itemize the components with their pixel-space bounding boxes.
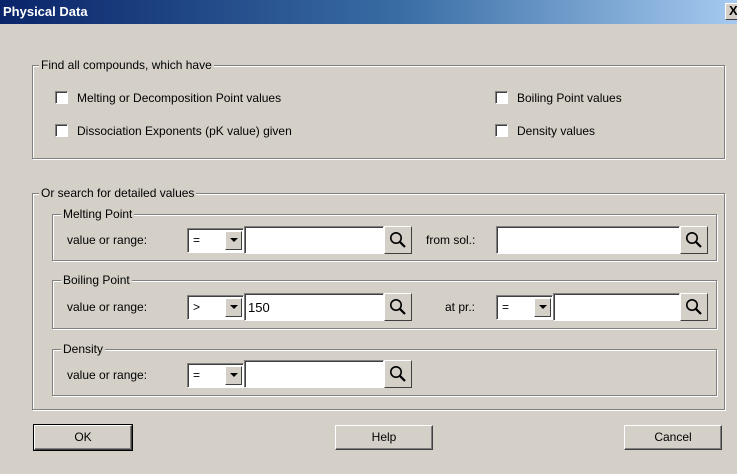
melting-value-input[interactable] bbox=[244, 226, 384, 254]
find-all-group: Find all compounds, which have Melting o… bbox=[32, 58, 725, 159]
from-sol-label: from sol.: bbox=[426, 233, 476, 247]
physical-data-dialog: Physical Data X Find all compounds, whic… bbox=[0, 0, 737, 474]
boiling-point-group: Boiling Point value or range: > at pr.: … bbox=[52, 273, 717, 329]
selected-operator: > bbox=[193, 300, 201, 314]
detailed-values-group: Or search for detailed values Melting Po… bbox=[32, 186, 725, 410]
boiling-point-legend: Boiling Point bbox=[61, 273, 132, 287]
melting-lookup-button[interactable] bbox=[384, 226, 412, 254]
density-value-label: value or range: bbox=[67, 368, 148, 382]
checkbox-box[interactable] bbox=[55, 124, 68, 137]
pressure-lookup-button[interactable] bbox=[680, 293, 708, 321]
magnifier-icon bbox=[390, 366, 406, 382]
density-group: Density value or range: = bbox=[52, 342, 717, 396]
melting-value-label: value or range: bbox=[67, 233, 148, 247]
boiling-value-label: value or range: bbox=[67, 300, 148, 314]
melting-operator-select[interactable]: = bbox=[187, 228, 244, 253]
chevron-down-icon[interactable] bbox=[225, 231, 242, 250]
boiling-operator-select[interactable]: > bbox=[187, 295, 244, 320]
close-icon: X bbox=[729, 3, 737, 18]
magnifier-icon bbox=[686, 232, 702, 248]
title-bar: Physical Data X bbox=[0, 0, 737, 24]
pressure-value-input[interactable] bbox=[553, 293, 680, 321]
close-button[interactable]: X bbox=[725, 3, 737, 20]
chevron-down-icon[interactable] bbox=[225, 366, 242, 385]
magnifier-icon bbox=[390, 232, 406, 248]
melting-point-legend: Melting Point bbox=[61, 207, 135, 221]
ok-button[interactable]: OK bbox=[33, 424, 133, 451]
from-sol-lookup-button[interactable] bbox=[680, 226, 708, 254]
selected-operator: = bbox=[193, 368, 201, 382]
boiling-point-checkbox[interactable]: Boiling Point values bbox=[495, 90, 695, 106]
boiling-lookup-button[interactable] bbox=[384, 293, 412, 321]
pressure-operator-select[interactable]: = bbox=[496, 295, 553, 320]
density-checkbox[interactable]: Density values bbox=[495, 123, 695, 139]
checkbox-box[interactable] bbox=[495, 91, 508, 104]
density-lookup-button[interactable] bbox=[384, 360, 412, 388]
selected-operator: = bbox=[193, 233, 201, 247]
checkbox-box[interactable] bbox=[55, 91, 68, 104]
window-title: Physical Data bbox=[3, 4, 88, 19]
melting-point-checkbox[interactable]: Melting or Decomposition Point values bbox=[55, 90, 355, 106]
checkbox-label: Density values bbox=[517, 124, 596, 138]
magnifier-icon bbox=[390, 299, 406, 315]
cancel-button[interactable]: Cancel bbox=[624, 425, 722, 450]
checkbox-label: Dissociation Exponents (pK value) given bbox=[77, 124, 292, 138]
checkbox-label: Boiling Point values bbox=[517, 91, 622, 105]
boiling-value-input[interactable] bbox=[244, 293, 384, 321]
chevron-down-icon[interactable] bbox=[534, 298, 551, 317]
find-all-legend: Find all compounds, which have bbox=[39, 58, 214, 72]
from-sol-input[interactable] bbox=[496, 226, 680, 254]
checkbox-box[interactable] bbox=[495, 124, 508, 137]
density-operator-select[interactable]: = bbox=[187, 363, 244, 388]
at-pressure-label: at pr.: bbox=[445, 300, 476, 314]
chevron-down-icon[interactable] bbox=[225, 298, 242, 317]
melting-point-group: Melting Point value or range: = from sol… bbox=[52, 207, 717, 261]
dissociation-checkbox[interactable]: Dissociation Exponents (pK value) given bbox=[55, 123, 375, 139]
checkbox-label: Melting or Decomposition Point values bbox=[77, 91, 282, 105]
help-button[interactable]: Help bbox=[335, 425, 433, 450]
detailed-values-legend: Or search for detailed values bbox=[39, 186, 197, 200]
density-value-input[interactable] bbox=[244, 360, 384, 388]
magnifier-icon bbox=[686, 299, 702, 315]
selected-operator: = bbox=[502, 300, 510, 314]
density-legend: Density bbox=[61, 342, 106, 356]
